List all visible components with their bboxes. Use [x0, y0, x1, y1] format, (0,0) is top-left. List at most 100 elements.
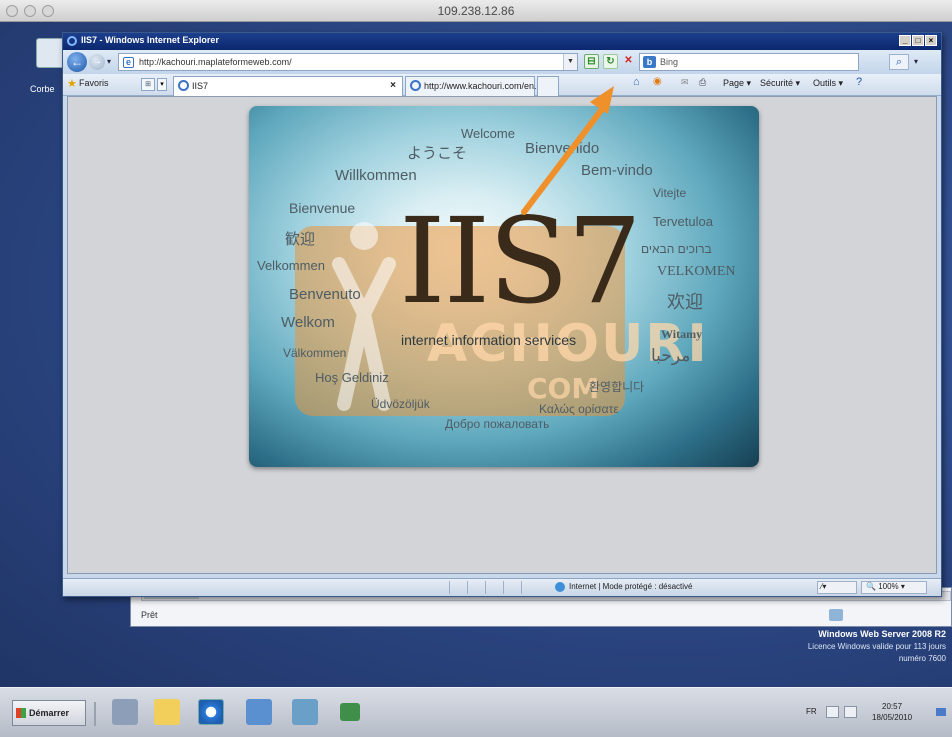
zoom-dropdown-icon: ▾ [900, 582, 905, 591]
start-button[interactable]: Démarrer [12, 700, 86, 726]
clock-date[interactable]: 18/05/2010 [872, 713, 912, 722]
start-label: Démarrer [29, 708, 70, 718]
search-button[interactable]: ⌕ [889, 54, 909, 70]
welcome-word: Welcome [461, 126, 515, 141]
home-icon[interactable]: ⌂ [633, 76, 640, 88]
welcome-word: مرحبا [651, 346, 691, 365]
welcome-word: Tervetuloa [653, 214, 713, 229]
welcome-word: 欢迎 [667, 292, 703, 312]
search-input[interactable]: b Bing [639, 53, 859, 71]
ie-tab-icon [410, 80, 421, 91]
mac-titlebar: 109.238.12.86 [0, 0, 952, 22]
ie-window-controls: _ □ × [899, 35, 937, 46]
maximize-button[interactable]: □ [912, 35, 924, 46]
zoom-icon: 🔍 [866, 582, 876, 591]
tab-list-dropdown-icon[interactable]: ▾ [157, 78, 167, 91]
welcome-word: Benvenuto [289, 286, 361, 303]
ie-tab-icon [178, 80, 189, 91]
back-button[interactable]: ← [67, 52, 87, 72]
welcome-word: Välkommen [283, 346, 347, 360]
page-icon: e [123, 57, 134, 68]
welcome-word: ようこそ [407, 145, 468, 162]
internet-explorer-icon[interactable] [198, 699, 224, 725]
iis-manager-icon[interactable] [292, 699, 318, 725]
bing-icon: b [643, 56, 656, 68]
page-content: ACHOURI COM Welcome ようこそ Bienvenido Will… [67, 96, 937, 574]
address-dropdown-icon[interactable]: ▼ [563, 54, 577, 70]
language-indicator[interactable]: FR [806, 707, 817, 716]
taskbar-divider [94, 702, 96, 726]
navigation-bar: ← → ▾ e http://kachouri.maplateformeweb.… [63, 50, 941, 74]
tab-iis7[interactable]: IIS7 × [173, 76, 403, 96]
system-tray: FR 20:57 18/05/2010 [800, 698, 952, 728]
explorer-folder-icon[interactable] [154, 699, 180, 725]
security-zone-text: Internet | Mode protégé : désactivé [569, 582, 693, 591]
show-desktop-icon[interactable] [936, 708, 946, 716]
stop-button[interactable]: ✕ [621, 54, 636, 69]
server-manager-icon[interactable] [112, 699, 138, 725]
address-bar[interactable]: e http://kachouri.maplateformeweb.com/ ▼ [118, 53, 578, 71]
welcome-word: Bem-vindo [581, 162, 653, 179]
page-menu[interactable]: Page ▾ [723, 78, 751, 89]
tab-kachouri[interactable]: http://www.kachouri.com/en... [405, 76, 542, 96]
remote-desktop-icon[interactable] [246, 699, 272, 725]
close-button[interactable]: × [925, 35, 937, 46]
search-options-icon[interactable]: ▾ [911, 54, 921, 70]
history-dropdown-icon[interactable]: ▾ [107, 57, 111, 66]
forward-button[interactable]: → [89, 54, 105, 70]
os-watermark-license: Licence Windows valide pour 113 jours [807, 642, 946, 651]
welcome-word: Bienvenido [525, 140, 600, 157]
windows-flag-icon [16, 708, 26, 718]
status-segment [449, 581, 466, 594]
globe-icon [555, 582, 565, 592]
compatibility-view-button[interactable]: ⊟ [584, 54, 599, 69]
network-app-icon[interactable] [340, 703, 360, 721]
security-menu[interactable]: Sécurité ▾ [760, 78, 800, 89]
ie-window: IIS7 - Windows Internet Explorer _ □ × ←… [62, 32, 942, 597]
welcome-word: Üdvözöljük [371, 397, 430, 411]
refresh-button[interactable]: ↻ [603, 54, 618, 69]
welcome-word: Bienvenue [289, 200, 356, 216]
status-segment [467, 581, 484, 594]
favorites-button[interactable]: ★ Favoris [67, 78, 109, 90]
welcome-word: Hoş Geldiniz [315, 370, 389, 385]
network-tray-icon[interactable] [844, 706, 857, 718]
minimize-button[interactable]: _ [899, 35, 911, 46]
welcome-word: Velkommen [257, 258, 325, 273]
network-icon [829, 609, 843, 621]
close-tab-icon[interactable]: × [390, 80, 396, 91]
iis7-logo-text: IIS7 [399, 192, 642, 330]
status-segment [485, 581, 502, 594]
mail-icon[interactable]: ✉ [681, 77, 689, 88]
tools-menu[interactable]: Outils ▾ [813, 78, 843, 89]
welcome-word: VELKOMEN [657, 264, 736, 279]
welcome-word: ברוכים הבאים [641, 242, 712, 256]
welcome-word: Willkommen [335, 167, 417, 184]
ie-titlebar: IIS7 - Windows Internet Explorer _ □ × [63, 33, 941, 50]
welcome-word: Witamy [661, 327, 703, 341]
clock-time[interactable]: 20:57 [882, 702, 902, 711]
iis7-welcome-image: ACHOURI COM Welcome ようこそ Bienvenido Will… [249, 106, 759, 467]
protected-mode-icon[interactable]: ⁄▾ [817, 581, 857, 594]
status-segment [503, 581, 520, 594]
os-watermark-title: Windows Web Server 2008 R2 [818, 629, 946, 639]
security-zone[interactable]: Internet | Mode protégé : désactivé [555, 582, 693, 592]
welcome-word: 환영합니다 [589, 380, 645, 394]
feeds-icon[interactable]: ◉ [653, 76, 662, 87]
help-icon[interactable]: ? [856, 76, 862, 88]
zoom-control[interactable]: 🔍 100% ▾ [861, 581, 927, 594]
flag-tray-icon[interactable] [826, 706, 839, 718]
background-status-text: Prêt [141, 610, 158, 620]
tab-bar: ★ Favoris ⊞ ▾ IIS7 × http://www.kachouri… [63, 74, 941, 96]
mac-window-title: 109.238.12.86 [437, 4, 515, 18]
os-watermark-build: numéro 7600 [898, 654, 946, 663]
tab-label: IIS7 [192, 81, 209, 91]
print-icon[interactable]: ⎙ [699, 77, 706, 88]
favorites-label: Favoris [79, 78, 109, 88]
new-tab-button[interactable] [537, 76, 559, 96]
welcome-word: Vitejte [653, 186, 687, 200]
quick-tabs-icon[interactable]: ⊞ [141, 78, 155, 91]
status-bar: Internet | Mode protégé : désactivé ⁄▾ 🔍… [63, 578, 941, 596]
welcome-word: Добро пожаловать [445, 417, 550, 431]
taskbar: Démarrer FR 20:57 18/05/2010 [0, 687, 952, 737]
